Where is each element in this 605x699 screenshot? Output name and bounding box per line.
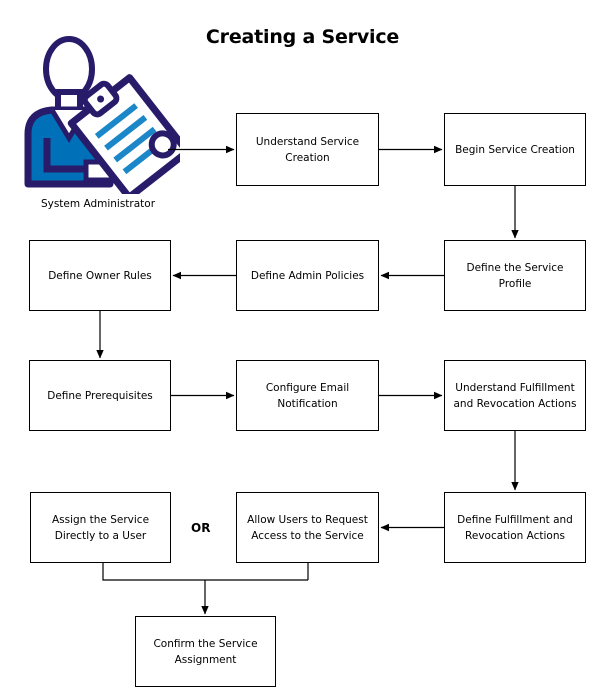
node-define-prerequisites[interactable]: Define Prerequisites — [29, 360, 171, 431]
node-label: Begin Service Creation — [455, 143, 575, 156]
edge-assign-join — [102, 563, 308, 581]
node-label: Allow Users to Request Access to the Ser… — [247, 513, 368, 542]
node-understand-fulfillment-and-revocation-actions[interactable]: Understand Fulfillment and Revocation Ac… — [444, 360, 586, 431]
node-configure-email-notification[interactable]: Configure Email Notification — [236, 360, 379, 431]
node-define-admin-policies[interactable]: Define Admin Policies — [236, 240, 379, 311]
actor-caption: System Administrator — [40, 198, 156, 210]
node-label: Define Fulfillment and Revocation Action… — [457, 513, 573, 542]
node-label: Define Prerequisites — [47, 389, 153, 402]
node-confirm-the-service-assignment[interactable]: Confirm the Service Assignment — [135, 616, 276, 687]
node-assign-the-service-directly[interactable]: Assign the Service Directly to a User — [30, 492, 171, 563]
or-label: OR — [191, 521, 211, 535]
node-label: Define Owner Rules — [48, 269, 152, 282]
node-label: Define the Service Profile — [466, 261, 564, 290]
node-label: Understand Service Creation — [255, 135, 360, 164]
node-understand-service-creation[interactable]: Understand Service Creation — [236, 113, 379, 186]
system-administrator-icon — [24, 36, 180, 194]
node-define-the-service-profile[interactable]: Define the Service Profile — [444, 240, 586, 311]
node-allow-users-to-request-access[interactable]: Allow Users to Request Access to the Ser… — [236, 492, 379, 563]
node-begin-service-creation[interactable]: Begin Service Creation — [444, 113, 586, 186]
node-label: Configure Email Notification — [265, 381, 350, 410]
node-label: Confirm the Service Assignment — [153, 637, 258, 666]
flowchart-canvas: Creating a Service System Administrator — [0, 0, 605, 699]
node-label: Define Admin Policies — [250, 269, 365, 282]
node-define-owner-rules[interactable]: Define Owner Rules — [29, 240, 171, 311]
node-label: Assign the Service Directly to a User — [51, 513, 150, 542]
node-label: Understand Fulfillment and Revocation Ac… — [453, 381, 577, 410]
node-define-fulfillment-and-revocation-actions[interactable]: Define Fulfillment and Revocation Action… — [444, 492, 586, 563]
